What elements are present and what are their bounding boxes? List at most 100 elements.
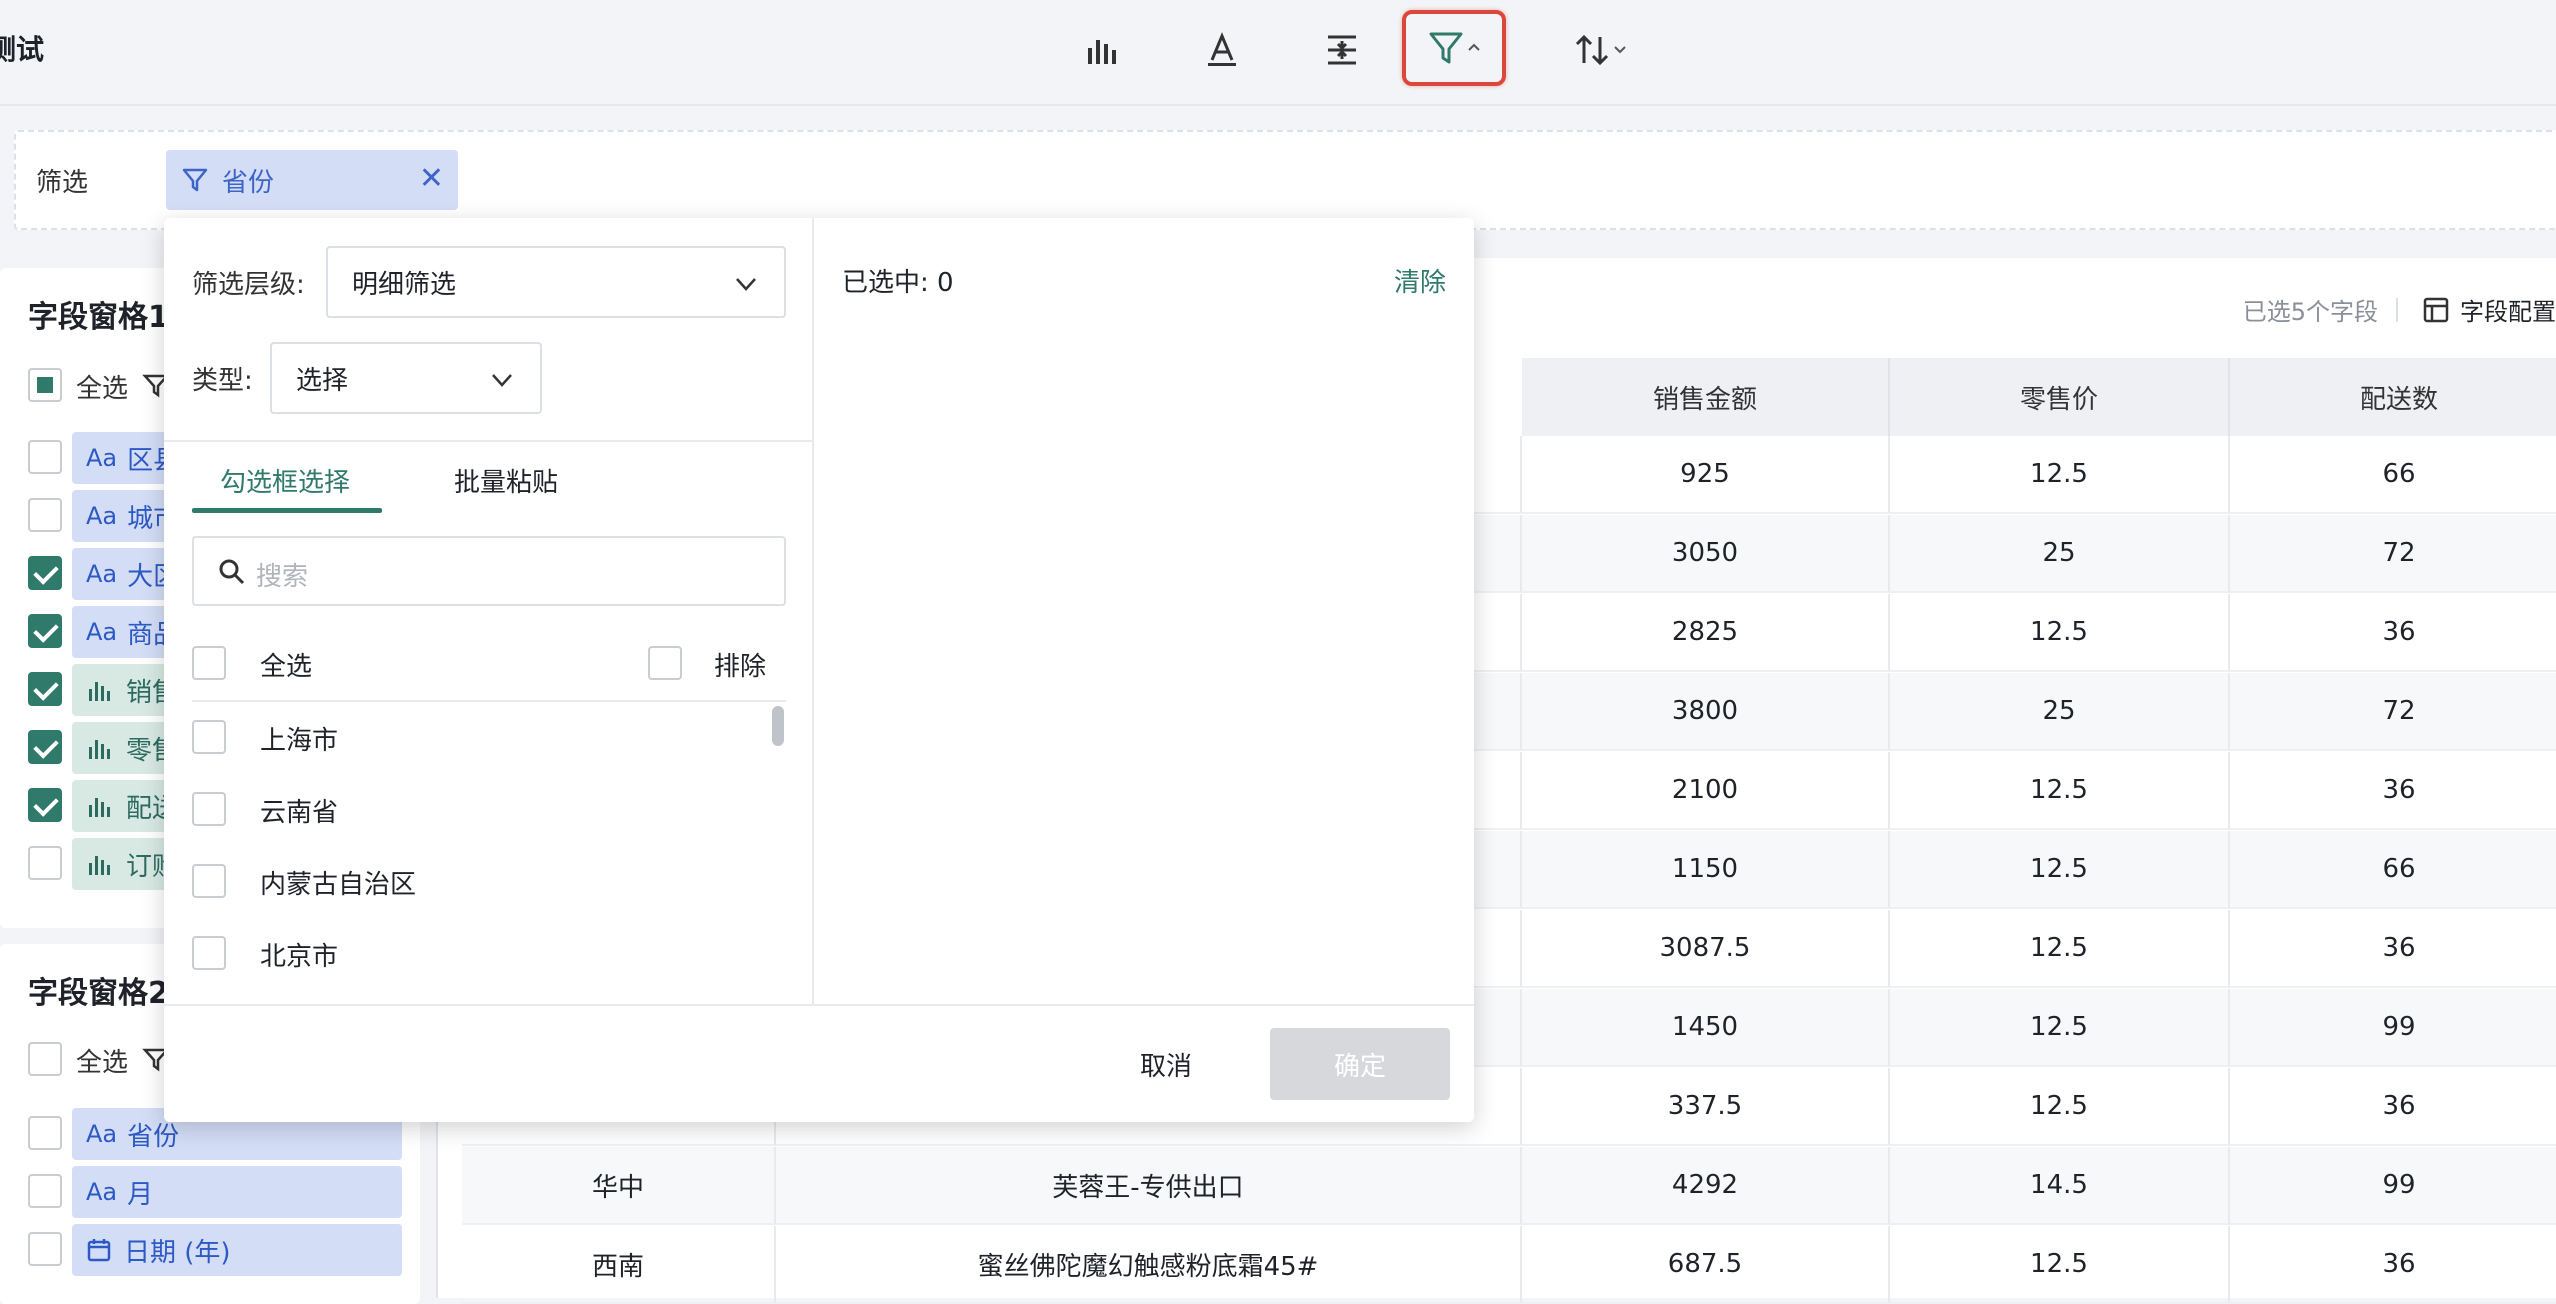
table-cell-qty: 99 <box>2230 1147 2556 1225</box>
chart-type-button[interactable] <box>1072 20 1132 80</box>
chevron-down-icon <box>492 374 512 387</box>
filter-button[interactable] <box>1402 10 1506 86</box>
table-cell-price: 12.5 <box>1890 910 2230 988</box>
align-button[interactable] <box>1312 20 1372 80</box>
chevron-down-icon <box>1614 46 1626 54</box>
table-cell-price: 12.5 <box>1890 1068 2230 1146</box>
selected-fields-count: 已选5个字段 <box>2242 298 2378 326</box>
table-meta: 已选5个字段 字段配置 <box>2243 292 2556 327</box>
field-checkbox[interactable] <box>28 1174 62 1208</box>
table-cell-qty: 36 <box>2230 1226 2556 1304</box>
option-label[interactable]: 北京市 <box>260 936 338 973</box>
filter-icon <box>1429 32 1463 64</box>
popup-footer: 取消 确定 <box>164 1004 1474 1122</box>
table-cell-sales: 3050 <box>1522 515 1890 593</box>
field-checkbox[interactable] <box>28 440 62 474</box>
tab-batch-paste[interactable]: 批量粘贴 <box>454 462 558 499</box>
select-all-checkbox[interactable] <box>28 368 62 402</box>
table-cell-qty: 36 <box>2230 910 2556 988</box>
confirm-button[interactable]: 确定 <box>1270 1028 1450 1100</box>
option-checkbox[interactable] <box>192 720 226 754</box>
filter-level-select[interactable]: 明细筛选 <box>326 246 786 318</box>
tab-checkbox-select[interactable]: 勾选框选择 <box>220 462 350 499</box>
table-cell-price: 25 <box>1890 515 2230 593</box>
cancel-button[interactable]: 取消 <box>1086 1028 1246 1100</box>
table-cell-price: 12.5 <box>1890 436 2230 514</box>
option-checkbox[interactable] <box>192 864 226 898</box>
clear-button[interactable]: 清除 <box>1394 262 1446 299</box>
table-cell-price: 12.5 <box>1890 989 2230 1067</box>
chevron-up-icon <box>1468 43 1480 51</box>
table-cell-sales: 337.5 <box>1522 1068 1890 1146</box>
exclude-label: 排除 <box>714 652 767 682</box>
table-cell-price: 14.5 <box>1890 1147 2230 1225</box>
filter-popup: 筛选层级: 明细筛选 类型: 选择 勾选框选择 批量粘贴 搜索 全选 排除 上海… <box>164 218 1474 1122</box>
close-icon[interactable]: ✕ <box>419 164 444 194</box>
field-checkbox[interactable] <box>28 1116 62 1150</box>
option-checkbox[interactable] <box>192 792 226 826</box>
field-checkbox[interactable] <box>28 788 62 822</box>
sort-button[interactable] <box>1566 20 1636 80</box>
table-cell-price: 12.5 <box>1890 752 2230 830</box>
field-item-month[interactable]: Aa 月 <box>72 1166 402 1218</box>
table-cell-qty: 36 <box>2230 752 2556 830</box>
table-cell-product: 芙蓉王-专供出口 <box>776 1147 1522 1225</box>
table-cell-qty: 66 <box>2230 831 2556 909</box>
table-cell-price: 12.5 <box>1890 831 2230 909</box>
table-cell-qty: 36 <box>2230 594 2556 672</box>
column-header-delivery-qty[interactable]: 配送数 <box>2230 358 2556 436</box>
table-cell-qty: 36 <box>2230 1068 2556 1146</box>
select-all-checkbox[interactable] <box>192 646 226 680</box>
table-cell-sales: 2100 <box>1522 752 1890 830</box>
filter-bar-label: 筛选 <box>36 168 89 198</box>
type-select[interactable]: 选择 <box>270 342 542 414</box>
top-toolbar: 测试 <box>0 0 2556 106</box>
filter-icon <box>182 168 208 192</box>
text-style-button[interactable] <box>1192 20 1252 80</box>
field-config-button[interactable]: 字段配置 <box>2422 292 2556 327</box>
table-cell-qty: 66 <box>2230 436 2556 514</box>
text-type-icon: Aa <box>86 1178 118 1206</box>
field-pane-title: 字段窗格2 <box>28 976 169 1011</box>
table-cell-product: 蜜丝佛陀魔幻触感粉底霜45# <box>776 1226 1522 1304</box>
option-label[interactable]: 云南省 <box>260 792 338 829</box>
divider <box>192 700 786 702</box>
text-type-icon: Aa <box>86 444 118 472</box>
table-cell-qty: 72 <box>2230 673 2556 751</box>
option-label[interactable]: 上海市 <box>260 720 338 757</box>
sort-icon <box>1575 34 1609 66</box>
table-cell-sales: 4292 <box>1522 1147 1890 1225</box>
field-checkbox[interactable] <box>28 730 62 764</box>
select-all-checkbox[interactable] <box>28 1042 62 1076</box>
table-cell-region: 华中 <box>462 1147 776 1225</box>
option-checkbox[interactable] <box>192 936 226 970</box>
column-header-retail-price[interactable]: 零售价 <box>1890 358 2230 436</box>
table-cell-sales: 687.5 <box>1522 1226 1890 1304</box>
table-cell-sales: 3087.5 <box>1522 910 1890 988</box>
table-cell-sales: 925 <box>1522 436 1890 514</box>
measure-icon <box>89 740 110 759</box>
text-type-icon: Aa <box>86 618 118 646</box>
field-checkbox[interactable] <box>28 1232 62 1266</box>
table-settings-icon <box>2423 297 2449 322</box>
field-checkbox[interactable] <box>28 614 62 648</box>
filter-level-label: 筛选层级: <box>192 270 305 300</box>
measure-icon <box>89 856 110 875</box>
field-checkbox[interactable] <box>28 498 62 532</box>
table-cell-qty: 72 <box>2230 515 2556 593</box>
option-label[interactable]: 内蒙古自治区 <box>260 864 416 901</box>
select-all-label: 全选 <box>260 652 313 682</box>
field-checkbox[interactable] <box>28 846 62 880</box>
measure-icon <box>89 798 110 817</box>
search-input[interactable]: 搜索 <box>192 536 786 606</box>
filter-options-pane: 筛选层级: 明细筛选 类型: 选择 勾选框选择 批量粘贴 搜索 全选 排除 上海… <box>164 218 814 1004</box>
exclude-checkbox[interactable] <box>648 646 682 680</box>
scrollbar[interactable] <box>772 706 784 746</box>
field-item-date-year[interactable]: 日期 (年) <box>72 1224 402 1276</box>
filter-chip-province[interactable]: 省份 ✕ <box>166 150 458 210</box>
select-all-label: 全选 <box>76 374 129 404</box>
column-header-sales[interactable]: 销售金额 <box>1522 358 1890 436</box>
field-checkbox[interactable] <box>28 672 62 706</box>
text-type-icon: Aa <box>86 1120 118 1148</box>
field-checkbox[interactable] <box>28 556 62 590</box>
